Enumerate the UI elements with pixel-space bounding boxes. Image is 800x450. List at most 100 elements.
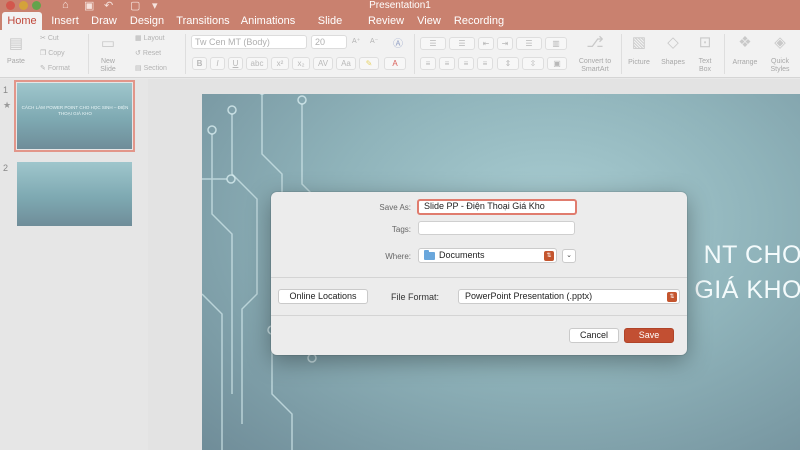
slide-number: 1 <box>3 85 9 95</box>
character-spacing-button[interactable]: AV <box>313 57 333 70</box>
window-title: Presentation1 <box>369 0 431 11</box>
save-button[interactable]: Save <box>624 328 674 343</box>
cancel-button[interactable]: Cancel <box>569 328 619 343</box>
italic-button[interactable]: I <box>210 57 225 70</box>
section-button[interactable]: ▤ Section <box>135 64 167 72</box>
tags-input[interactable] <box>418 221 575 235</box>
change-case-button[interactable]: Aa <box>336 57 356 70</box>
increase-font-icon[interactable]: A⁺ <box>352 37 360 45</box>
slide-thumbnail-2[interactable] <box>17 162 132 226</box>
where-value: Documents <box>439 250 485 260</box>
align-center-icon[interactable]: ≡ <box>439 57 455 70</box>
align-right-icon[interactable]: ≡ <box>458 57 474 70</box>
tab-transitions[interactable]: Transitions <box>174 12 232 30</box>
numbering-icon[interactable]: ☰ <box>449 37 475 50</box>
text-box-icon[interactable]: ⊡ <box>694 33 716 51</box>
superscript-button[interactable]: x² <box>271 57 289 70</box>
save-as-label: Save As: <box>379 203 411 212</box>
layout-button[interactable]: ▦ Layout <box>135 34 165 42</box>
ribbon-separator <box>414 34 415 74</box>
format-label: Format <box>47 65 70 72</box>
folder-icon <box>424 250 435 260</box>
tab-design[interactable]: Design <box>127 12 167 30</box>
cut-button[interactable]: ✂ Cut <box>40 34 59 42</box>
convert-smartart-label[interactable]: Convert to SmartArt <box>572 58 618 74</box>
ribbon-separator <box>88 34 89 74</box>
cut-label: Cut <box>47 35 59 42</box>
tab-animations[interactable]: Animations <box>239 12 297 30</box>
text-box-options-icon[interactable]: ▣ <box>547 57 567 70</box>
text-direction-icon[interactable]: ⇕ <box>497 57 519 70</box>
highlight-icon[interactable]: ✎ <box>359 57 379 70</box>
tab-draw[interactable]: Draw <box>89 12 119 30</box>
ribbon-separator <box>185 34 186 74</box>
tab-review[interactable]: Review <box>366 12 406 30</box>
text-box-label[interactable]: Text Box <box>692 58 718 74</box>
font-size-field[interactable]: 20 <box>311 35 347 49</box>
smartart-icon[interactable]: ⎇ <box>583 33 607 51</box>
font-name-field[interactable]: Tw Cen MT (Body) <box>191 35 307 49</box>
new-slide-icon[interactable]: ▭ <box>96 34 120 52</box>
ribbon-separator <box>621 34 622 74</box>
ribbon-tabs: Home Insert Draw Design Transitions Anim… <box>0 12 800 45</box>
new-slide-label[interactable]: New Slide <box>94 58 122 74</box>
justify-icon[interactable]: ≡ <box>477 57 493 70</box>
file-format-select[interactable]: PowerPoint Presentation (.pptx) ⇅ <box>458 289 680 304</box>
format-painter-button[interactable]: ✎ Format <box>40 64 70 72</box>
bullets-icon[interactable]: ☰ <box>420 37 446 50</box>
arrange-label[interactable]: Arrange <box>729 59 761 66</box>
reset-button[interactable]: ↺ Reset <box>135 49 161 57</box>
tags-label: Tags: <box>391 225 411 234</box>
picture-label[interactable]: Picture <box>625 59 653 66</box>
expand-dialog-button[interactable]: ⌄ <box>562 249 576 263</box>
tab-view[interactable]: View <box>414 12 444 30</box>
line-spacing-icon[interactable]: ☰ <box>516 37 542 50</box>
tab-recording[interactable]: Recording <box>453 12 505 30</box>
copy-button[interactable]: ❐ Copy <box>40 49 65 57</box>
section-label: Section <box>143 65 167 72</box>
columns-icon[interactable]: ▥ <box>545 37 567 50</box>
ribbon-separator <box>724 34 725 74</box>
chevron-updown-icon: ⇅ <box>667 291 677 302</box>
shapes-label[interactable]: Shapes <box>659 59 687 66</box>
layout-label: Layout <box>143 35 165 42</box>
picture-icon[interactable]: ▧ <box>627 33 651 51</box>
file-format-label: File Format: <box>391 292 440 302</box>
where-select[interactable]: Documents ⇅ <box>418 248 557 263</box>
thumbnail-title: CÁCH LÀM POWER POINT CHO HỌC SINH – ĐIỆN… <box>21 105 129 116</box>
clear-formatting-icon[interactable]: Ⓐ <box>393 35 403 50</box>
align-left-icon[interactable]: ≡ <box>420 57 436 70</box>
slides-pane: 1 ★ CÁCH LÀM POWER POINT CHO HỌC SINH – … <box>0 79 148 450</box>
quick-styles-icon[interactable]: ◈ <box>768 33 792 51</box>
animation-star-icon: ★ <box>3 100 12 110</box>
decrease-font-icon[interactable]: A⁻ <box>370 37 378 45</box>
font-color-icon[interactable]: A <box>384 57 406 70</box>
shapes-icon[interactable]: ◇ <box>661 33 685 51</box>
tab-home[interactable]: Home <box>2 12 42 30</box>
increase-indent-icon[interactable]: ⇥ <box>497 37 513 50</box>
file-format-value: PowerPoint Presentation (.pptx) <box>465 291 593 301</box>
align-text-icon[interactable]: ⇳ <box>522 57 544 70</box>
online-locations-button[interactable]: Online Locations <box>278 289 368 304</box>
tab-slide-show[interactable]: Slide Show <box>303 12 357 45</box>
paste-icon[interactable]: ▤ <box>6 34 26 52</box>
dialog-divider <box>271 315 687 316</box>
slide-thumbnail-1[interactable]: CÁCH LÀM POWER POINT CHO HỌC SINH – ĐIỆN… <box>14 80 135 152</box>
save-as-input[interactable]: Slide PP - Điện Thoại Giá Kho <box>417 199 577 215</box>
arrange-icon[interactable]: ❖ <box>733 33 757 51</box>
strikethrough-button[interactable]: abc <box>246 57 268 70</box>
subscript-button[interactable]: x₂ <box>292 57 310 70</box>
chevron-updown-icon: ⇅ <box>544 250 554 261</box>
where-label: Where: <box>385 252 411 261</box>
copy-label: Copy <box>48 50 65 57</box>
decrease-indent-icon[interactable]: ⇤ <box>478 37 494 50</box>
quick-styles-label[interactable]: Quick Styles <box>764 58 796 74</box>
paste-label[interactable]: Paste <box>4 58 28 65</box>
ribbon-home: ▤ Paste ✂ Cut ❐ Copy ✎ Format ▭ New Slid… <box>0 30 800 78</box>
underline-button[interactable]: U <box>228 57 243 70</box>
slide-number: 2 <box>3 163 9 173</box>
save-dialog: Save As: Slide PP - Điện Thoại Giá Kho T… <box>271 192 687 355</box>
dialog-divider <box>271 277 687 278</box>
bold-button[interactable]: B <box>192 57 207 70</box>
tab-insert[interactable]: Insert <box>47 12 83 30</box>
